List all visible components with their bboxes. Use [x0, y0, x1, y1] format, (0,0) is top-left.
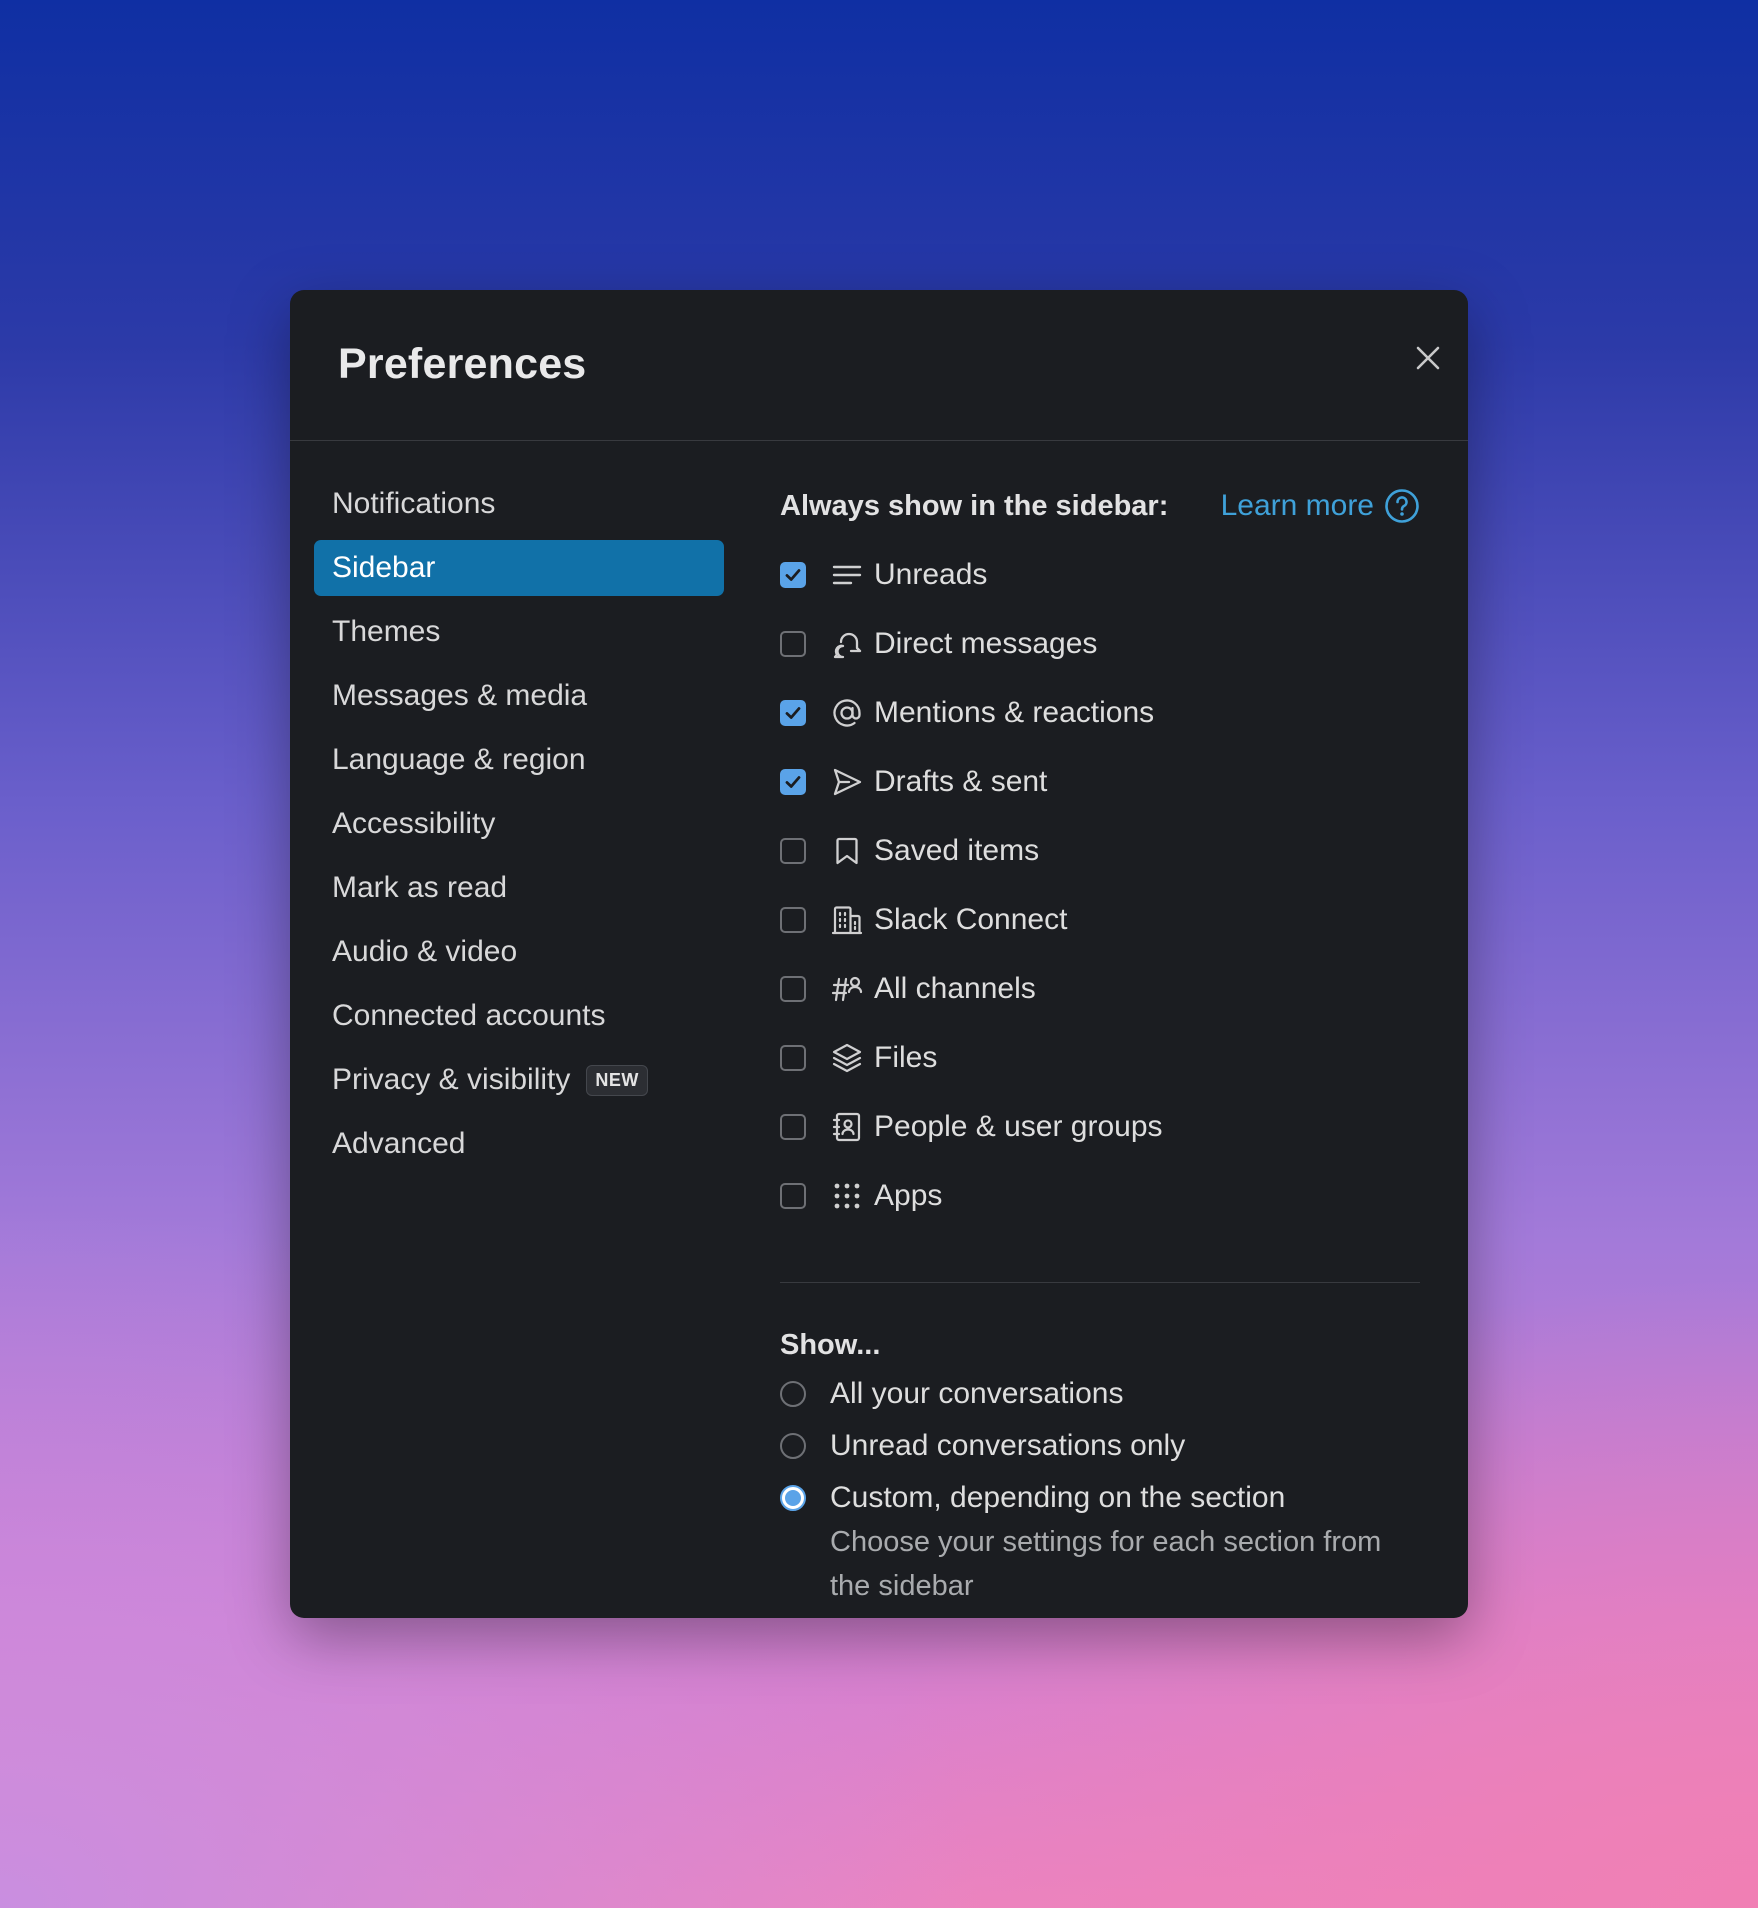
option-label: Mentions & reactions	[874, 695, 1155, 729]
option-label: Apps	[874, 1178, 943, 1212]
modal-title: Preferences	[338, 340, 587, 388]
slack-connect-checkbox[interactable]	[780, 906, 806, 933]
send-icon	[830, 765, 864, 799]
files-checkbox[interactable]	[780, 1044, 806, 1071]
show-option-all-conversations[interactable]: All your conversations	[780, 1374, 1420, 1426]
contacts-icon	[830, 1110, 864, 1144]
nav-item-label: Messages & media	[332, 679, 588, 712]
custom-radio[interactable]	[780, 1485, 806, 1511]
nav-item-themes[interactable]: Themes	[314, 604, 724, 660]
preferences-nav: Notifications Sidebar Themes Messages & …	[314, 476, 724, 1180]
saved-items-checkbox[interactable]	[780, 837, 806, 864]
learn-more-label: Learn more	[1220, 489, 1374, 522]
building-icon	[830, 903, 864, 937]
radio-label: All your conversations	[830, 1377, 1124, 1410]
close-button[interactable]	[1408, 338, 1448, 378]
direct-messages-icon	[830, 627, 864, 661]
help-circle-icon	[1385, 489, 1419, 523]
unread-only-radio[interactable]	[780, 1433, 806, 1459]
nav-item-label: Notifications	[332, 487, 496, 520]
option-drafts-sent[interactable]: Drafts & sent	[780, 747, 1420, 816]
nav-item-label: Themes	[332, 615, 441, 648]
option-files[interactable]: Files	[780, 1023, 1420, 1092]
channels-icon	[830, 972, 864, 1006]
option-label: People & user groups	[874, 1109, 1163, 1143]
apps-grid-icon	[830, 1179, 864, 1213]
always-show-title: Always show in the sidebar:	[780, 489, 1169, 522]
learn-more-link[interactable]: Learn more	[1221, 488, 1420, 524]
drafts-sent-checkbox[interactable]	[780, 768, 806, 795]
nav-item-label: Language & region	[332, 743, 586, 776]
option-saved-items[interactable]: Saved items	[780, 816, 1420, 885]
sidebar-settings: Always show in the sidebar: Learn more U…	[780, 476, 1420, 1608]
close-icon	[1416, 346, 1440, 370]
always-show-header: Always show in the sidebar: Learn more	[780, 476, 1420, 536]
nav-item-label: Advanced	[332, 1127, 466, 1160]
nav-item-mark-as-read[interactable]: Mark as read	[314, 860, 724, 916]
nav-item-label: Accessibility	[332, 807, 496, 840]
checkmark-icon	[785, 706, 801, 719]
nav-item-sidebar[interactable]: Sidebar	[314, 540, 724, 596]
checkmark-icon	[785, 775, 801, 788]
unreads-icon	[830, 558, 864, 592]
option-label: All channels	[874, 971, 1036, 1005]
nav-item-label: Sidebar	[332, 551, 436, 584]
always-show-checklist: Unreads Direct messages Mentions & react…	[780, 540, 1420, 1230]
option-label: Slack Connect	[874, 902, 1068, 936]
option-label: Unreads	[874, 557, 988, 591]
layers-icon	[830, 1041, 864, 1075]
nav-item-notifications[interactable]: Notifications	[314, 476, 724, 532]
nav-item-label: Mark as read	[332, 871, 508, 904]
option-apps[interactable]: Apps	[780, 1161, 1420, 1230]
nav-item-label: Privacy & visibility	[332, 1063, 571, 1096]
all-channels-checkbox[interactable]	[780, 975, 806, 1002]
option-label: Drafts & sent	[874, 764, 1048, 798]
nav-item-label: Audio & video	[332, 935, 518, 968]
at-sign-icon	[830, 696, 864, 730]
option-mentions-reactions[interactable]: Mentions & reactions	[780, 678, 1420, 747]
apps-checkbox[interactable]	[780, 1182, 806, 1209]
preferences-modal: Preferences Notifications Sidebar Themes…	[290, 290, 1468, 1618]
checkmark-icon	[785, 568, 801, 581]
nav-item-advanced[interactable]: Advanced	[314, 1116, 724, 1172]
section-divider	[780, 1282, 1420, 1283]
option-people-user-groups[interactable]: People & user groups	[780, 1092, 1420, 1161]
radio-description: Choose your settings for each section fr…	[830, 1526, 1382, 1602]
nav-item-privacy-visibility[interactable]: Privacy & visibility NEW	[314, 1052, 724, 1108]
show-option-custom[interactable]: Custom, depending on the section Choose …	[780, 1478, 1420, 1608]
modal-header: Preferences	[290, 290, 1468, 441]
people-user-groups-checkbox[interactable]	[780, 1113, 806, 1140]
nav-item-audio-video[interactable]: Audio & video	[314, 924, 724, 980]
all-conversations-radio[interactable]	[780, 1381, 806, 1407]
option-label: Direct messages	[874, 626, 1098, 660]
nav-item-connected-accounts[interactable]: Connected accounts	[314, 988, 724, 1044]
show-option-unread-only[interactable]: Unread conversations only	[780, 1426, 1420, 1478]
nav-item-label: Connected accounts	[332, 999, 606, 1032]
radio-label: Unread conversations only	[830, 1429, 1186, 1462]
option-slack-connect[interactable]: Slack Connect	[780, 885, 1420, 954]
nav-item-messages-media[interactable]: Messages & media	[314, 668, 724, 724]
radio-label: Custom, depending on the section	[830, 1481, 1286, 1514]
show-title: Show...	[780, 1329, 881, 1361]
show-options: All your conversations Unread conversati…	[780, 1374, 1420, 1608]
mentions-reactions-checkbox[interactable]	[780, 699, 806, 726]
option-label: Saved items	[874, 833, 1040, 867]
nav-item-language-region[interactable]: Language & region	[314, 732, 724, 788]
nav-item-accessibility[interactable]: Accessibility	[314, 796, 724, 852]
option-unreads[interactable]: Unreads	[780, 540, 1420, 609]
direct-messages-checkbox[interactable]	[780, 630, 806, 657]
option-all-channels[interactable]: All channels	[780, 954, 1420, 1023]
option-direct-messages[interactable]: Direct messages	[780, 609, 1420, 678]
unreads-checkbox[interactable]	[780, 561, 806, 588]
option-label: Files	[874, 1040, 938, 1074]
bookmark-icon	[830, 834, 864, 868]
new-badge: NEW	[586, 1064, 648, 1096]
